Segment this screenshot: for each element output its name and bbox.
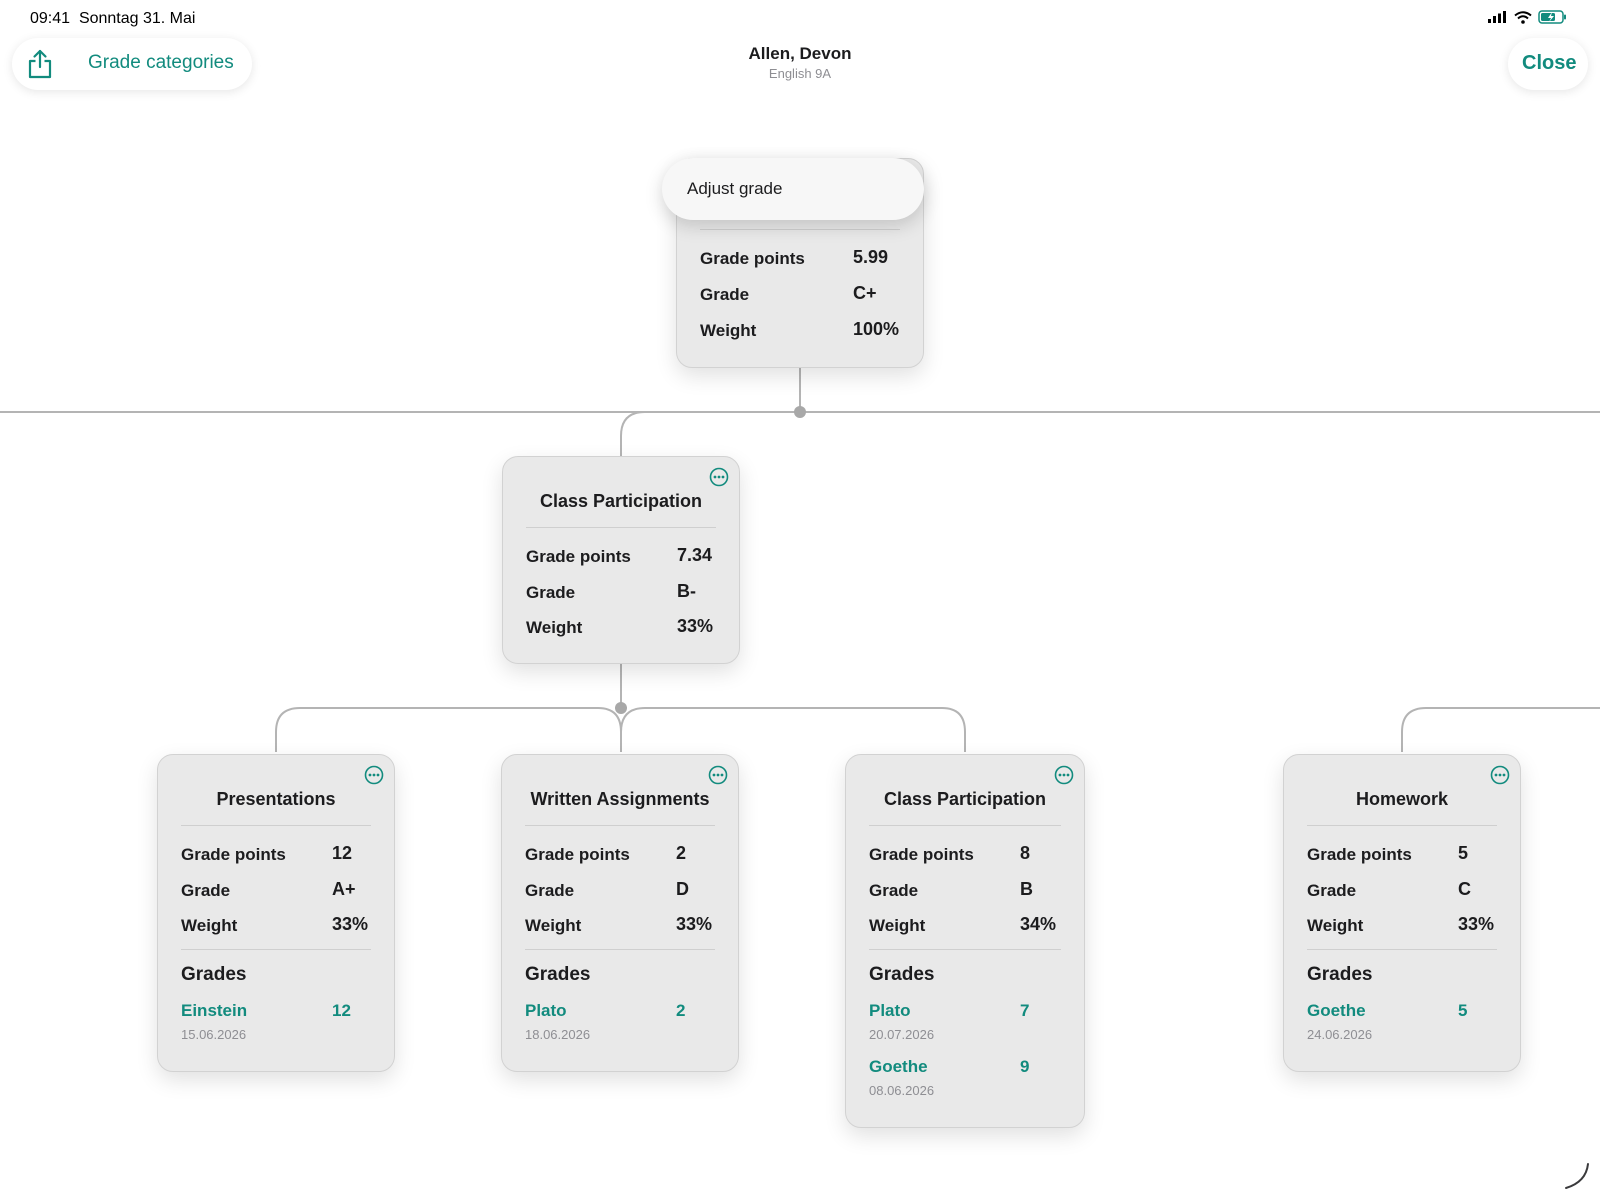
card-divider xyxy=(525,825,715,826)
grade-label: Grade xyxy=(526,583,576,602)
grade-points-label: Grade points xyxy=(869,845,974,864)
card-divider xyxy=(1307,825,1497,826)
grade-entry-date: 18.06.2026 xyxy=(525,1027,591,1042)
grade-entry-value: 7 xyxy=(1020,1001,1030,1020)
weight-value: 33% xyxy=(677,616,714,636)
card-title: Presentations xyxy=(216,789,336,809)
class-participation-group-card[interactable]: Class Participation Grade points 7.34 Gr… xyxy=(502,456,740,664)
card-divider xyxy=(526,527,716,528)
grade-points-value: 5 xyxy=(1458,843,1469,863)
more-options-icon[interactable] xyxy=(709,467,729,487)
grade-points-value: 7.34 xyxy=(677,545,713,565)
grades-heading: Grades xyxy=(869,964,935,985)
grade-points-value: 8 xyxy=(1020,843,1031,863)
grade-label: Grade xyxy=(1307,881,1357,900)
grade-points-label: Grade points xyxy=(1307,845,1412,864)
weight-value: 100% xyxy=(853,319,900,339)
grade-label: Grade xyxy=(525,881,575,900)
grade-entry-date: 24.06.2026 xyxy=(1307,1027,1373,1042)
grade-value: B xyxy=(1020,879,1033,899)
card-divider xyxy=(1307,949,1497,950)
grade-entry-date: 15.06.2026 xyxy=(181,1027,247,1042)
weight-label: Weight xyxy=(700,321,757,340)
class-participation-card[interactable]: Class Participation Grade points 8 Grade… xyxy=(845,754,1085,1128)
grade-value: C xyxy=(1458,879,1471,899)
card-title: Class Participation xyxy=(539,491,703,511)
weight-value: 33% xyxy=(1458,914,1495,934)
grade-points-value: 5.99 xyxy=(853,247,889,267)
card-title: Written Assignments xyxy=(530,789,710,809)
grade-label: Grade xyxy=(181,881,231,900)
card-title: Homework xyxy=(1355,789,1449,809)
weight-value: 34% xyxy=(1020,914,1057,934)
grades-heading: Grades xyxy=(181,964,247,985)
grade-points-label: Grade points xyxy=(700,249,805,268)
weight-label: Weight xyxy=(525,916,582,935)
resize-handle-icon[interactable] xyxy=(1562,1162,1590,1190)
grade-label: Grade xyxy=(869,881,919,900)
grade-entry-date: 08.06.2026 xyxy=(869,1083,935,1098)
grades-heading: Grades xyxy=(525,964,591,985)
weight-label: Weight xyxy=(869,916,926,935)
card-divider xyxy=(181,949,371,950)
more-options-icon[interactable] xyxy=(364,765,384,785)
more-options-icon[interactable] xyxy=(1054,765,1074,785)
grade-entry-date: 20.07.2026 xyxy=(869,1027,935,1042)
grade-entry-value: 2 xyxy=(676,1001,686,1020)
grade-entry-value: 5 xyxy=(1458,1001,1468,1020)
grade-entry-name[interactable]: Plato xyxy=(869,1001,911,1021)
weight-label: Weight xyxy=(526,618,583,637)
card-divider xyxy=(869,825,1061,826)
presentations-card[interactable]: Presentations Grade points 12 Grade A+ W… xyxy=(157,754,395,1072)
grade-points-label: Grade points xyxy=(525,845,630,864)
card-title: Class Participation xyxy=(883,789,1047,809)
grade-entry-value: 9 xyxy=(1020,1057,1030,1076)
grade-points-value: 12 xyxy=(332,843,353,863)
grade-points-value: 2 xyxy=(676,843,687,863)
grade-entry-name[interactable]: Einstein xyxy=(181,1001,247,1021)
more-options-icon[interactable] xyxy=(1490,765,1510,785)
grade-value: C+ xyxy=(853,283,877,303)
context-menu: Adjust grade xyxy=(662,158,924,220)
grade-value: B- xyxy=(677,581,696,601)
grades-heading: Grades xyxy=(1307,964,1373,985)
weight-value: 33% xyxy=(676,914,713,934)
grade-entry-name[interactable]: Plato xyxy=(525,1001,567,1021)
grade-label: Grade xyxy=(700,285,750,304)
card-divider xyxy=(181,825,371,826)
grade-value: D xyxy=(676,879,689,899)
weight-label: Weight xyxy=(1307,916,1364,935)
card-divider xyxy=(525,949,715,950)
weight-label: Weight xyxy=(181,916,238,935)
more-options-icon[interactable] xyxy=(708,765,728,785)
grade-entry-name[interactable]: Goethe xyxy=(1307,1001,1366,1021)
homework-card[interactable]: Homework Grade points 5 Grade C Weight 3… xyxy=(1283,754,1521,1072)
weight-value: 33% xyxy=(332,914,369,934)
card-divider xyxy=(869,949,1061,950)
card-divider xyxy=(700,229,900,230)
adjust-grade-menu-item[interactable]: Adjust grade xyxy=(687,179,782,199)
grade-entry-value: 12 xyxy=(332,1001,351,1020)
grade-entry-name[interactable]: Goethe xyxy=(869,1057,928,1077)
grade-points-label: Grade points xyxy=(526,547,631,566)
grade-value: A+ xyxy=(332,879,356,899)
grade-points-label: Grade points xyxy=(181,845,286,864)
written-assignments-card[interactable]: Written Assignments Grade points 2 Grade… xyxy=(501,754,739,1072)
